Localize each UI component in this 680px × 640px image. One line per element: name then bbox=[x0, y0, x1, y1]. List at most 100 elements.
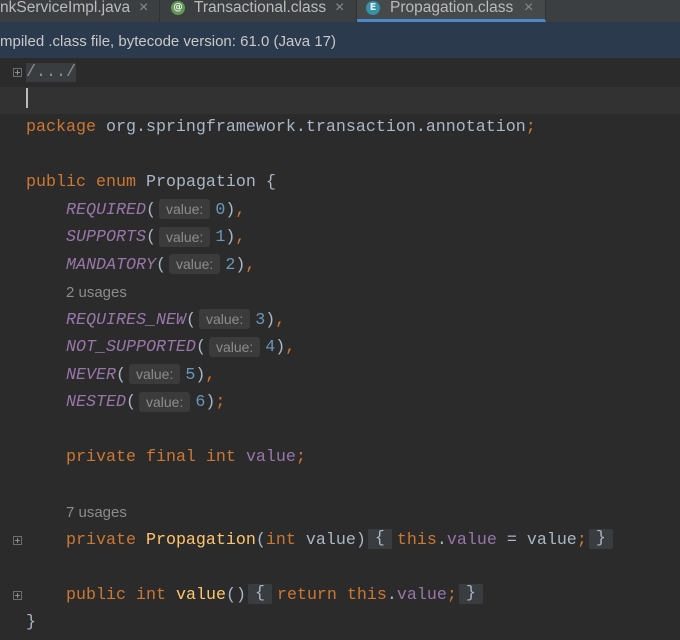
code-text-token: org.springframework.transaction.annotati… bbox=[95, 118, 526, 137]
code-line[interactable] bbox=[0, 472, 680, 500]
close-icon[interactable]: × bbox=[524, 0, 533, 16]
code-line[interactable]: } bbox=[0, 609, 680, 637]
code-text-token: ( bbox=[115, 365, 126, 385]
punctuation-token: , bbox=[285, 338, 296, 357]
punctuation-token: , bbox=[235, 200, 246, 220]
annotation-icon: @ bbox=[171, 1, 185, 15]
parameter-hint: value: bbox=[208, 336, 261, 357]
folded-region[interactable]: } bbox=[458, 584, 483, 605]
code-line[interactable]: 7 usages bbox=[0, 499, 680, 527]
code-line[interactable] bbox=[0, 142, 680, 170]
tab-transactional-class[interactable]: @ Transactional.class × bbox=[160, 0, 357, 22]
keyword-token: int bbox=[205, 448, 236, 467]
code-line[interactable]: private Propagation(int value){this.valu… bbox=[0, 527, 680, 555]
fold-expand-icon[interactable] bbox=[13, 535, 22, 545]
code-text-token: . bbox=[436, 530, 447, 550]
number-literal-token: 1 bbox=[215, 228, 226, 247]
editor-tab-bar: nkServiceImpl.java × @ Transactional.cla… bbox=[0, 0, 680, 22]
code-line[interactable]: SUPPORTS(value: 1), bbox=[0, 224, 680, 252]
punctuation-token: , bbox=[245, 255, 256, 275]
close-icon[interactable]: × bbox=[139, 0, 148, 16]
punctuation-token: , bbox=[235, 228, 246, 247]
fold-expand-icon[interactable] bbox=[13, 590, 22, 600]
tab-propagation-class[interactable]: E Propagation.class × bbox=[357, 0, 546, 22]
field-token: value bbox=[396, 585, 447, 605]
code-text-token: . bbox=[386, 585, 397, 605]
code-text-token: ) bbox=[225, 200, 236, 220]
enum-constant-token: NEVER bbox=[65, 365, 116, 385]
code-line[interactable]: NEVER(value: 5), bbox=[0, 362, 680, 390]
field-token: value bbox=[446, 530, 497, 550]
code-text-token: ) bbox=[205, 393, 216, 412]
enum-constant-token: NOT_SUPPORTED bbox=[65, 338, 196, 357]
code-line[interactable]: package org.springframework.transaction.… bbox=[0, 114, 680, 142]
code-text-token: ( bbox=[155, 255, 166, 275]
parameter-hint: value: bbox=[158, 226, 211, 247]
code-text-token: ( bbox=[125, 393, 136, 412]
parameter-hint: value: bbox=[158, 199, 211, 220]
caret-line[interactable] bbox=[0, 86, 680, 114]
code-text-token: ( bbox=[255, 530, 266, 550]
tab-nkserviceimpl-java[interactable]: nkServiceImpl.java × bbox=[0, 0, 160, 22]
code-text-token: ) bbox=[195, 365, 206, 385]
code-line[interactable] bbox=[0, 417, 680, 445]
keyword-token: public bbox=[26, 173, 86, 192]
code-line[interactable]: public enum Propagation { bbox=[0, 169, 680, 197]
code-line[interactable]: NESTED(value: 6); bbox=[0, 389, 680, 417]
code-line[interactable]: private final int value; bbox=[0, 444, 680, 472]
number-literal-token: 4 bbox=[265, 338, 276, 357]
code-text-token: ( bbox=[195, 338, 206, 357]
field-token: value bbox=[245, 448, 296, 467]
code-text-token: Propagation { bbox=[135, 173, 276, 192]
code-text-token: ) bbox=[225, 228, 236, 247]
tab-label: Transactional.class bbox=[194, 0, 327, 16]
keyword-token: private bbox=[65, 448, 136, 467]
usages-hint[interactable]: 2 usages bbox=[66, 284, 127, 301]
decompiled-notice-bar: mpiled .class file, bytecode version: 61… bbox=[0, 22, 680, 58]
code-editor[interactable]: /.../ package org.springframework.transac… bbox=[0, 58, 680, 640]
folded-region[interactable]: { bbox=[247, 584, 272, 605]
keyword-token: public bbox=[65, 585, 126, 605]
number-literal-token: 5 bbox=[185, 365, 196, 385]
code-line[interactable]: NOT_SUPPORTED(value: 4), bbox=[0, 334, 680, 362]
code-line[interactable]: MANDATORY(value: 2), bbox=[0, 252, 680, 280]
enum-constant-token: NESTED bbox=[65, 393, 126, 412]
folded-region[interactable]: } bbox=[588, 529, 613, 550]
method-name-token: value bbox=[175, 585, 226, 605]
enum-constant-token: MANDATORY bbox=[65, 255, 156, 275]
code-line[interactable]: REQUIRES_NEW(value: 3), bbox=[0, 307, 680, 335]
keyword-token: private bbox=[65, 530, 136, 550]
parameter-hint: value: bbox=[198, 309, 251, 330]
keyword-token: return bbox=[276, 585, 337, 605]
fold-expand-icon[interactable] bbox=[13, 68, 22, 77]
parameter-hint: value: bbox=[138, 391, 191, 412]
keyword-token: int bbox=[135, 585, 166, 605]
code-text-token: ( bbox=[145, 228, 156, 247]
code-text-token: value) bbox=[295, 530, 366, 550]
punctuation-token: ; bbox=[576, 530, 587, 550]
keyword-token: package bbox=[26, 118, 96, 137]
folded-region[interactable]: { bbox=[367, 529, 392, 550]
usages-hint[interactable]: 7 usages bbox=[66, 504, 127, 521]
code-text-token: } bbox=[26, 613, 36, 632]
parameter-hint: value: bbox=[128, 364, 181, 385]
code-lines: /.../ package org.springframework.transac… bbox=[0, 58, 680, 637]
code-line[interactable]: REQUIRED(value: 0), bbox=[0, 197, 680, 225]
tab-label: nkServiceImpl.java bbox=[0, 0, 131, 16]
code-line[interactable]: /.../ bbox=[0, 59, 680, 87]
code-line[interactable] bbox=[0, 554, 680, 582]
code-text-token: ) bbox=[235, 255, 246, 275]
code-line[interactable]: public int value(){return this.value;} bbox=[0, 582, 680, 610]
code-line[interactable]: 2 usages bbox=[0, 279, 680, 307]
folded-comment[interactable]: /.../ bbox=[26, 63, 76, 82]
close-icon[interactable]: × bbox=[335, 0, 344, 16]
